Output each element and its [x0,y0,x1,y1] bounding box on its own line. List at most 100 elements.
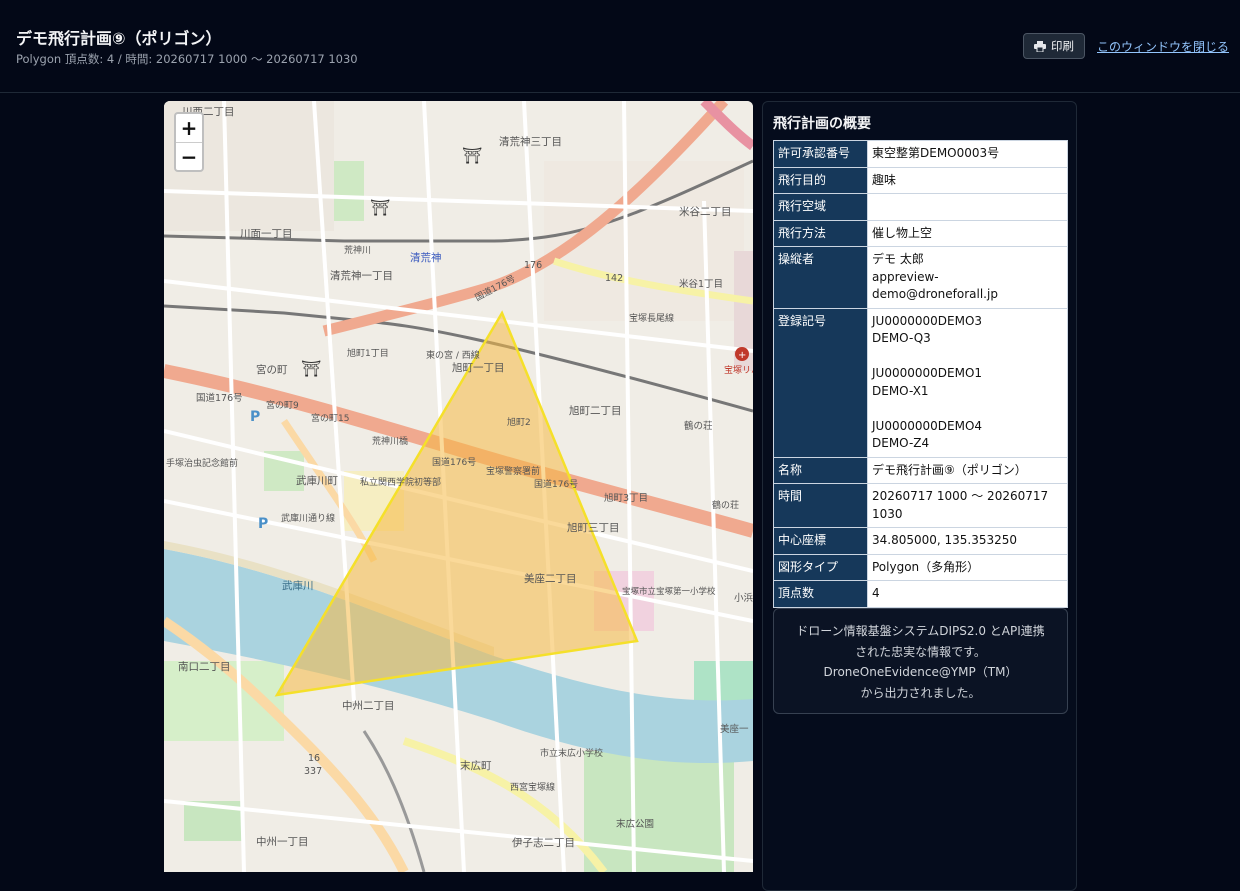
shrine-icon: ⛩ [301,359,321,378]
map-label: 鶴の荘 [712,499,739,511]
map-label: 小浜 [734,593,753,604]
summary-value: Polygon（多角形） [867,553,1068,581]
map-view[interactable]: 川西二丁目 清荒神三丁目 米谷二丁目 川面一丁目 荒神川 清荒神 清荒神一丁目 … [164,101,753,872]
parking-icon: P [250,409,260,425]
hospital-icon: + [735,347,749,361]
map-label: 市立末広小学校 [540,747,603,759]
summary-value: 20260717 1000 〜 20260717 1030 [867,483,1068,528]
map-label: 142 [605,273,623,284]
map-label: 武庫川通り線 [281,512,335,524]
summary-row: 図形タイプ Polygon（多角形） [773,553,1068,581]
zoom-control: + − [174,112,204,172]
map-label: 176 [524,260,542,271]
summary-key: 許可承認番号 [773,140,868,168]
map-label: 美座一 [720,723,749,735]
summary-key: 飛行方法 [773,219,868,247]
map-label: 東の宮 / 西線 [426,349,480,361]
summary-key: 登録記号 [773,307,868,458]
summary-key: 名称 [773,456,868,484]
map-label: 337 [304,766,322,777]
shrine-icon: ⛩ [370,198,390,217]
summary-value: JU0000000DEMO3 DEMO-Q3 JU0000000DEMO1 DE… [867,307,1068,458]
svg-text:⛩: ⛩ [462,146,482,165]
notice-line: された忠実な情報です。 [855,644,986,659]
summary-panel: 飛行計画の概要 許可承認番号 東空整第DEMO0003号 飛行目的 趣味 飛行空域 飛行方… [762,101,1077,891]
map-label: 川面一丁目 [240,228,293,240]
map-label: 米谷二丁目 [679,205,732,218]
map-label: 鶴の荘 [684,420,713,432]
summary-value: 4 [867,580,1068,608]
summary-table: 許可承認番号 東空整第DEMO0003号 飛行目的 趣味 飛行空域 飛行方法 催し物上空 操縦… [773,140,1068,608]
svg-text:⛩: ⛩ [301,359,321,378]
summary-row: 飛行方法 催し物上空 [773,219,1068,247]
summary-row: 操縦者 デモ 太郎 appreview-demo@droneforall.jp [773,246,1068,309]
summary-value: 趣味 [867,166,1068,194]
map-label: 清荒神一丁目 [330,269,393,282]
zoom-out-button[interactable]: − [176,143,202,171]
map-label: 南口二丁目 [178,660,231,673]
summary-row: 頂点数 4 [773,580,1068,608]
map-label: 末広町 [460,759,492,772]
map-label: 武庫川町 [296,474,338,487]
summary-value: デモ 太郎 appreview-demo@droneforall.jp [867,246,1068,309]
summary-value: 34.805000, 135.353250 [867,527,1068,555]
summary-key: 時間 [773,483,868,528]
map-label: 清荒神三丁目 [499,135,562,148]
page-title: デモ飛行計画⑨（ポリゴン） [16,29,222,48]
print-button[interactable]: 印刷 [1023,33,1085,59]
map-label: 国道176号 [196,392,243,404]
map-label: 末広公園 [616,818,654,830]
summary-key: 中心座標 [773,527,868,555]
printer-icon [1034,40,1046,52]
close-window-link[interactable]: このウィンドウを閉じる [1097,38,1229,55]
source-notice: ドローン情報基盤システムDIPS2.0 とAPI連携 された忠実な情報です。 D… [773,608,1068,714]
summary-row: 飛行目的 趣味 [773,166,1068,194]
map-label: 宝塚長尾線 [629,312,674,324]
map-label: 美座二丁目 [524,572,577,585]
map-label: 西宮宝塚線 [510,781,555,793]
notice-line: DroneOneEvidence@YMP（TM） [823,665,1018,679]
summary-row: 飛行空域 [773,193,1068,221]
summary-value: 催し物上空 [867,219,1068,247]
summary-row: 時間 20260717 1000 〜 20260717 1030 [773,483,1068,528]
summary-key: 頂点数 [773,580,868,608]
notice-line: ドローン情報基盤システムDIPS2.0 とAPI連携 [796,624,1045,638]
summary-key: 図形タイプ [773,553,868,581]
summary-value [867,193,1068,221]
notice-line: から出力されました。 [860,685,981,700]
map-label: 中州一丁目 [256,835,309,848]
page-subtitle: Polygon 頂点数: 4 / 時間: 20260717 1000 〜 202… [16,52,358,66]
map-label: 宮の町9 [266,399,299,411]
map-canvas[interactable]: 川西二丁目 清荒神三丁目 米谷二丁目 川面一丁目 荒神川 清荒神 清荒神一丁目 … [164,101,753,872]
summary-row: 名称 デモ飛行計画⑨（ポリゴン） [773,456,1068,484]
svg-text:P: P [258,516,268,532]
zoom-in-button[interactable]: + [176,114,202,143]
shrine-icon: ⛩ [462,146,482,165]
map-label: 米谷1丁目 [679,278,723,290]
map-label: 宝塚警察署前 [486,465,540,477]
map-label: 国道176号 [534,478,578,490]
svg-text:+: + [738,350,746,361]
svg-text:P: P [250,409,260,425]
summary-key: 飛行空域 [773,193,868,221]
map-label: 16 [308,753,320,764]
map-label: 旭町2 [507,416,531,428]
map-label: 私立関西学院初等部 [360,476,441,488]
map-label: 中州二丁目 [342,699,395,712]
map-label: 旭町1丁目 [347,347,389,359]
summary-value: デモ飛行計画⑨（ポリゴン） [867,456,1068,484]
map-label: 武庫川 [282,579,314,592]
map-label: 旭町三丁目 [567,522,620,534]
page-header: デモ飛行計画⑨（ポリゴン） Polygon 頂点数: 4 / 時間: 20260… [0,0,1240,93]
map-label: 宮の町 [256,363,288,376]
svg-text:⛩: ⛩ [370,198,390,217]
map-label: 宝塚市立宝塚第一小学校 [622,586,716,597]
summary-row: 許可承認番号 東空整第DEMO0003号 [773,140,1068,168]
map-label: 手塚治虫記念館前 [166,457,238,469]
parking-icon: P [258,516,268,532]
summary-row: 登録記号 JU0000000DEMO3 DEMO-Q3 JU0000000DEMO… [773,307,1068,458]
map-label: 旭町二丁目 [569,405,622,417]
map-label: 清荒神 [410,251,442,264]
summary-title: 飛行計画の概要 [773,116,871,132]
map-label: 宝塚リハビリテーション病院 [724,364,753,376]
